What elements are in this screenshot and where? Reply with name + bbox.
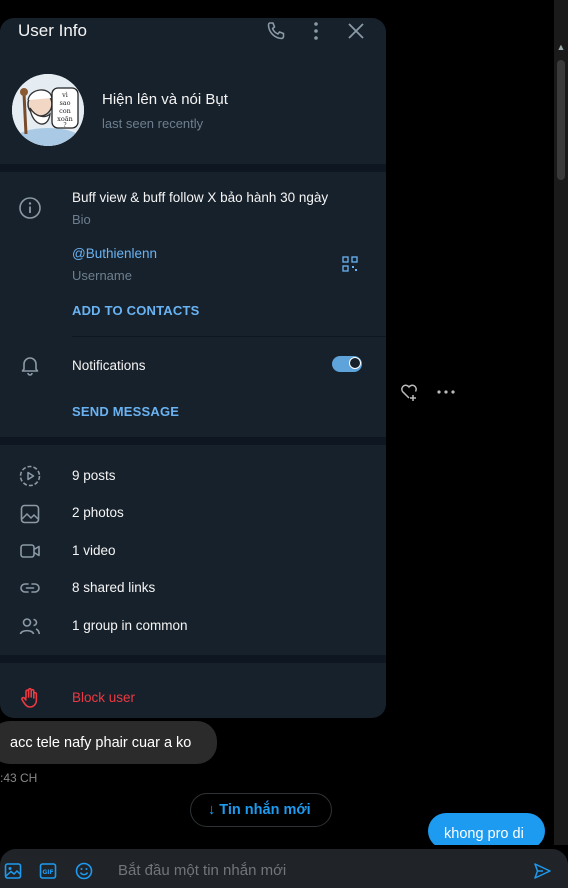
svg-text:GIF: GIF <box>42 869 53 876</box>
message-input[interactable]: Bắt đầu một tin nhắn mới <box>118 862 286 879</box>
panel-header: User Info <box>0 18 386 46</box>
image-icon[interactable] <box>3 861 23 881</box>
section-separator <box>0 164 386 172</box>
panel-title: User Info <box>18 21 87 40</box>
scroll-thumb[interactable] <box>557 60 565 180</box>
svg-text:con: con <box>59 107 71 115</box>
send-message-button[interactable]: SEND MESSAGE <box>72 404 179 419</box>
section-separator <box>0 437 386 445</box>
heart-plus-icon[interactable] <box>399 382 419 402</box>
qr-code-icon[interactable] <box>340 254 360 274</box>
phone-icon[interactable] <box>265 20 287 42</box>
media-groups[interactable]: 1 group in common <box>72 618 188 633</box>
divider <box>72 336 386 337</box>
hand-stop-icon <box>21 687 38 708</box>
username-value[interactable]: @Buthienlenn <box>72 246 157 261</box>
outgoing-message-text: khong pro di <box>444 826 524 842</box>
video-icon <box>20 544 40 558</box>
send-icon[interactable] <box>532 861 552 881</box>
username-label: Username <box>72 268 132 283</box>
toggle-knob <box>349 357 361 369</box>
scroll-up-arrow[interactable]: ▲ <box>556 42 566 52</box>
photo-icon <box>20 504 40 524</box>
notifications-label: Notifications <box>72 358 146 373</box>
incoming-message-text: acc tele nafy phair cuar a ko <box>10 735 192 751</box>
link-icon <box>20 583 40 593</box>
profile-name: Hiện lên và nói Bụt <box>102 91 228 108</box>
bell-icon <box>21 357 39 376</box>
incoming-message-bubble[interactable]: acc tele nafy phair cuar a ko <box>0 721 217 764</box>
info-icon <box>19 197 41 219</box>
user-info-panel: User Info vì sao con xoăn ? Hiện lên và … <box>0 18 386 718</box>
bio-label: Bio <box>72 212 91 227</box>
profile-status: last seen recently <box>102 116 204 131</box>
profile-avatar[interactable]: vì sao con xoăn ? <box>12 74 84 146</box>
media-links[interactable]: 8 shared links <box>72 580 155 595</box>
group-icon <box>19 618 41 635</box>
svg-text:sao: sao <box>59 99 70 107</box>
block-user-button[interactable]: Block user <box>72 690 135 705</box>
new-messages-label: ↓ Tin nhắn mới <box>208 802 311 818</box>
message-timestamp: :43 CH <box>0 771 38 785</box>
emoji-icon[interactable] <box>74 861 94 881</box>
notifications-toggle[interactable] <box>332 356 362 372</box>
svg-text:vì: vì <box>61 91 68 99</box>
outgoing-message-bubble[interactable]: khong pro di <box>428 813 545 849</box>
bio-text: Buff view & buff follow X bảo hành 30 ng… <box>72 190 329 205</box>
svg-text:?: ? <box>63 122 66 129</box>
media-posts[interactable]: 9 posts <box>72 468 116 483</box>
more-horizontal-icon[interactable] <box>436 382 456 402</box>
section-separator <box>0 655 386 663</box>
media-video[interactable]: 1 video <box>72 543 116 558</box>
close-icon[interactable] <box>345 20 367 42</box>
add-to-contacts-button[interactable]: ADD TO CONTACTS <box>72 303 199 318</box>
media-photos[interactable]: 2 photos <box>72 505 124 520</box>
more-vertical-icon[interactable] <box>305 20 327 42</box>
stories-icon <box>19 465 41 487</box>
gif-icon[interactable]: GIF <box>38 861 58 881</box>
scrollbar[interactable]: ▲ <box>554 0 568 845</box>
new-messages-button[interactable]: ↓ Tin nhắn mới <box>190 793 332 827</box>
